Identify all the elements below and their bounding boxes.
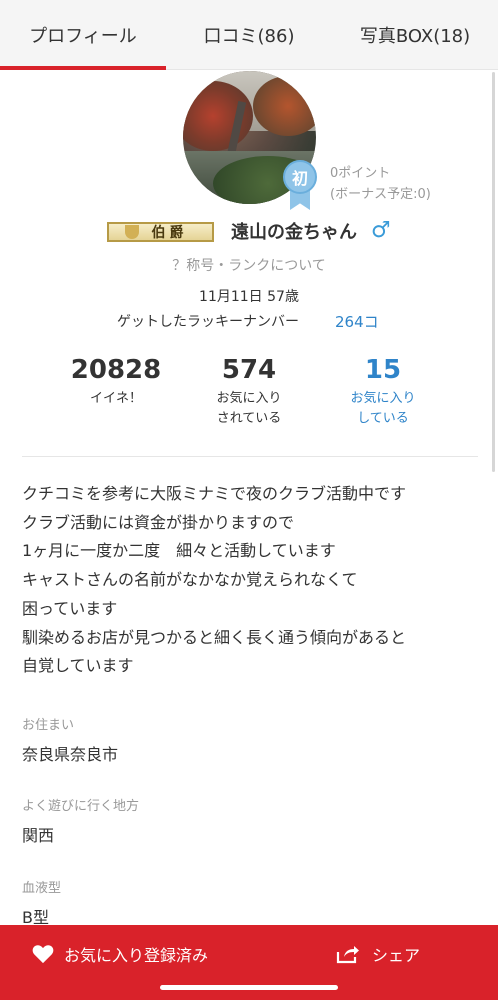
shield-icon [125, 225, 139, 239]
rank-title-plate: 伯爵 [107, 222, 214, 242]
rank-info-link[interactable]: ？称号・ランクについて [0, 255, 498, 275]
share-icon [336, 946, 359, 964]
field-label: よく遊びに行く地方 [22, 799, 140, 814]
favorite-button[interactable]: お気に入り登録済み [32, 942, 208, 966]
male-icon: ♂ [371, 218, 391, 243]
field-residence: お住まい 奈良県奈良市 [22, 714, 478, 765]
bio-line: 馴染めるお店が見つかると細く長く通う傾向があると [22, 627, 407, 647]
lucky-number-label: ゲットしたラッキーナンバー [117, 314, 299, 330]
stat-favoriting[interactable]: 15 お気に入り している [323, 355, 443, 429]
field-value: 奈良県奈良市 [22, 745, 119, 764]
bio-line: クチコミを参考に大阪ミナミで夜のクラブ活動中です [22, 484, 407, 503]
bio-line: 自覚しています [22, 656, 134, 676]
tab-bar: プロフィール 口コミ(86) 写真BOX(18) [0, 0, 498, 70]
bio-line: キャストさんの名前がなかなか覚えられなくて [22, 570, 358, 590]
share-button-label: シェア [372, 946, 421, 965]
divider [22, 456, 478, 457]
home-indicator[interactable] [160, 985, 338, 990]
lucky-number-count[interactable]: 264コ [335, 311, 379, 332]
bio-line: 1ヶ月に一度か二度 細々と活動しています [22, 541, 336, 561]
points-info: 0ポイント (ボーナス予定:0) [330, 163, 431, 205]
tab-profile[interactable]: プロフィール [0, 0, 166, 70]
tab-profile-label: プロフィール [29, 25, 137, 47]
share-button[interactable]: シェア [336, 942, 420, 966]
birthday-age: 11月11日 57歳 [199, 289, 299, 305]
stat-favorited-by[interactable]: 574 お気に入り されている [189, 355, 309, 429]
field-blood-type: 血液型 B型 [22, 877, 478, 928]
tab-photo-box[interactable]: 写真BOX(18) [332, 0, 498, 69]
field-label: 血液型 [22, 881, 62, 896]
beginner-badge-icon: 初 [283, 160, 317, 210]
rank-title-label: 伯爵 [151, 225, 188, 241]
bio-text: クチコミを参考に大阪ミナミで夜のクラブ活動中です クラブ活動には資金が掛かります… [22, 480, 478, 681]
stat-likes: 20828 イイネ！ [56, 355, 176, 409]
favorited-by-label-1: お気に入り [216, 391, 282, 406]
field-label: お住まい [22, 718, 75, 733]
field-region: よく遊びに行く地方 関西 [22, 795, 478, 846]
likes-label: イイネ！ [89, 391, 142, 406]
points-value: 0ポイント [330, 166, 391, 181]
favoriting-label-2: している [357, 411, 409, 426]
bio-line: クラブ活動には資金が掛かりますので [22, 512, 295, 532]
tab-reviews[interactable]: 口コミ(86) [166, 0, 332, 69]
field-value: 関西 [22, 826, 55, 845]
heart-icon [32, 945, 54, 964]
beginner-badge-label: 初 [283, 160, 317, 194]
bio-line: 困っています [22, 598, 118, 618]
bonus-points: (ボーナス予定:0) [330, 187, 431, 202]
favorite-button-label: お気に入り登録済み [64, 946, 209, 965]
tab-photo-box-label: 写真BOX(18) [359, 25, 471, 47]
favorited-by-label-2: されている [216, 411, 282, 426]
favoriting-label-1: お気に入り [350, 391, 416, 406]
tab-reviews-label: 口コミ(86) [203, 25, 295, 47]
favorited-by-count: 574 [221, 355, 277, 385]
favoriting-count: 15 [364, 355, 402, 385]
likes-count: 20828 [70, 355, 162, 385]
name-row: 伯爵 遠山の金ちゃん ♂ [0, 218, 498, 246]
user-name: 遠山の金ちゃん [231, 222, 357, 243]
